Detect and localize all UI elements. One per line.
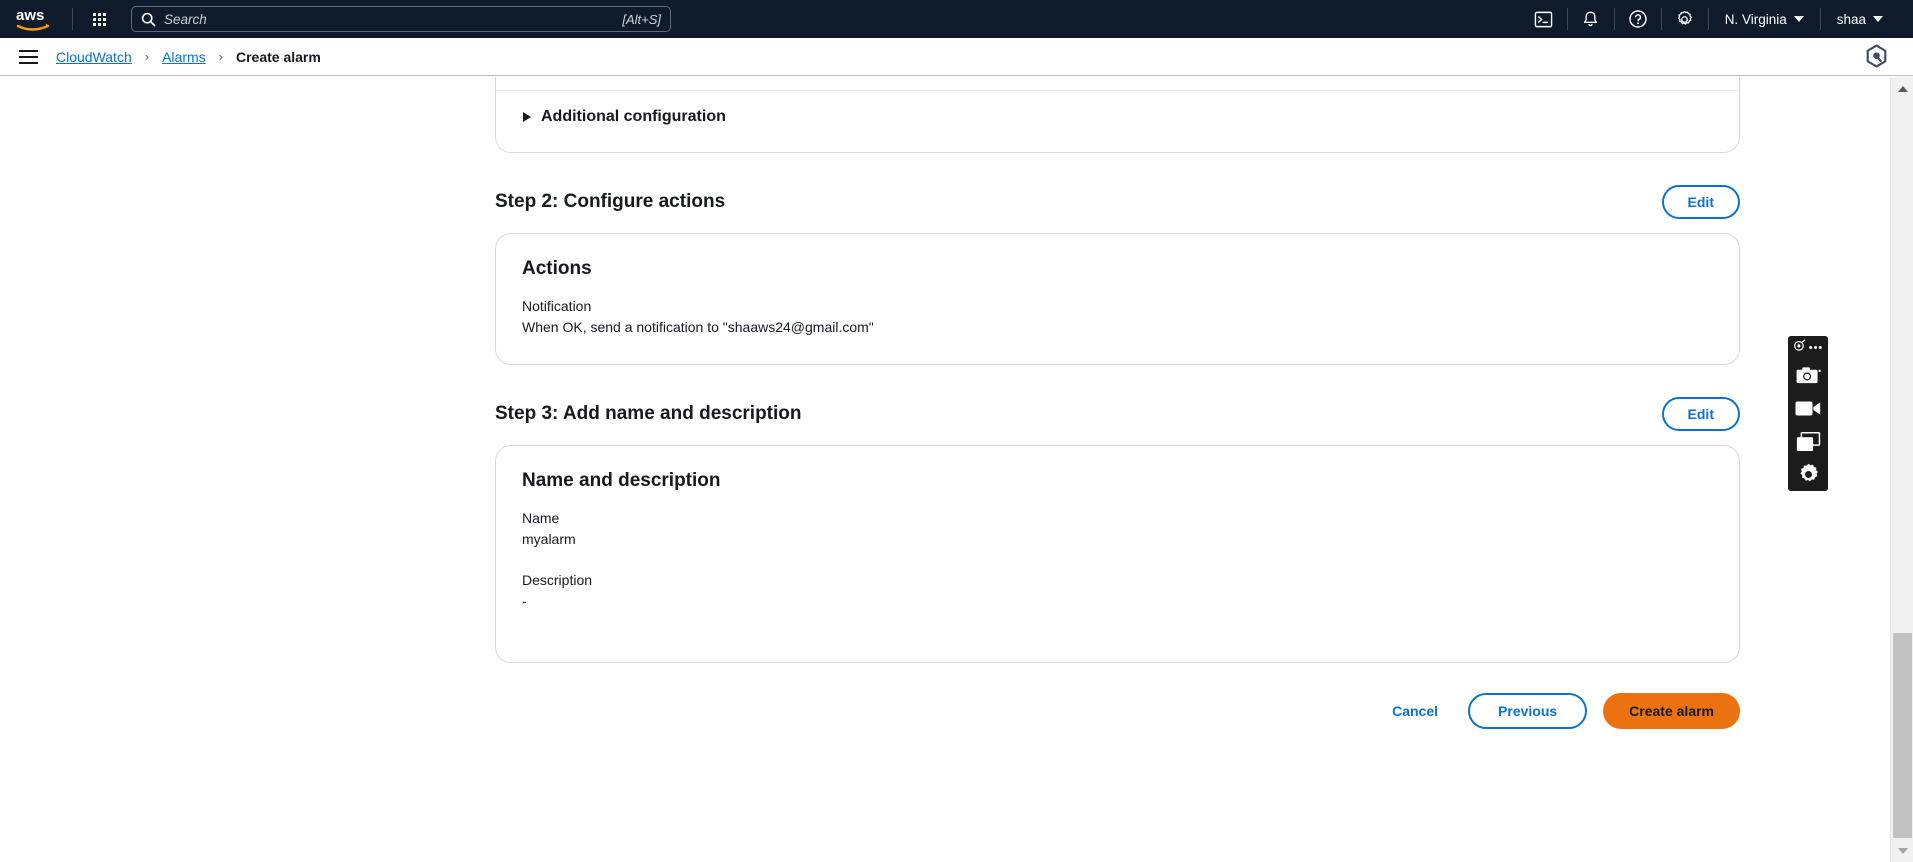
actions-card: Actions Notification When OK, send a not… <box>495 233 1740 365</box>
region-selector[interactable]: N. Virginia <box>1709 0 1820 38</box>
additional-configuration-label: Additional configuration <box>541 108 726 125</box>
recorder-logo-icon <box>1793 339 1806 357</box>
search-input[interactable] <box>164 11 615 27</box>
aws-top-navigation: aws [Alt+S] <box>0 0 1913 38</box>
step2-edit-button[interactable]: Edit <box>1661 185 1740 219</box>
name-description-card: Name and description Name myalarm Descri… <box>495 445 1740 663</box>
screenshot-camera-icon[interactable] <box>1788 359 1828 392</box>
svg-text:aws: aws <box>16 7 44 24</box>
hamburger-icon[interactable] <box>0 38 56 76</box>
window-capture-icon[interactable] <box>1788 425 1828 458</box>
caret-down-icon <box>1793 16 1804 22</box>
breadcrumb-item-create-alarm: Create alarm <box>236 48 321 65</box>
video-record-icon[interactable] <box>1788 392 1828 425</box>
step3-header-row: Step 3: Add name and description Edit <box>495 397 1740 431</box>
description-label: Description <box>522 572 593 588</box>
scroll-up-arrow-icon[interactable] <box>1891 77 1913 100</box>
wizard-content-column: Additional configuration Step 2: Configu… <box>495 77 1740 729</box>
help-circle-icon[interactable] <box>1615 0 1661 38</box>
topnav-right-cluster: N. Virginia shaa <box>1521 0 1913 38</box>
page-vertical-scrollbar[interactable] <box>1890 77 1913 862</box>
recorder-header: ••• <box>1793 339 1824 357</box>
cloudshell-icon[interactable] <box>1521 0 1567 38</box>
step2-header-row: Step 2: Configure actions Edit <box>495 185 1740 219</box>
applications-grid-icon[interactable] <box>73 0 125 38</box>
name-label: Name <box>522 510 560 526</box>
notification-label: Notification <box>522 298 592 314</box>
gear-icon[interactable] <box>1662 0 1708 38</box>
global-search-box[interactable]: [Alt+S] <box>131 6 671 32</box>
notification-value: When OK, send a notification to "shaaws2… <box>522 319 874 335</box>
additional-configuration-toggle[interactable]: Additional configuration <box>496 91 1739 152</box>
breadcrumb-separator: › <box>144 49 150 64</box>
region-label: N. Virginia <box>1724 11 1787 27</box>
search-icon <box>141 12 156 27</box>
recorder-overflow-menu-icon[interactable]: ••• <box>1809 343 1824 354</box>
scroll-down-arrow-icon[interactable] <box>1891 839 1913 862</box>
create-alarm-button[interactable]: Create alarm <box>1603 693 1740 729</box>
recorder-settings-gear-icon[interactable] <box>1788 458 1828 491</box>
caret-down-icon <box>1873 16 1883 22</box>
description-value: - <box>522 593 527 609</box>
amazon-q-hexagon-icon[interactable] <box>1861 42 1891 72</box>
aws-logo[interactable]: aws <box>0 0 72 38</box>
breadcrumb: CloudWatch › Alarms › Create alarm <box>56 49 321 65</box>
cancel-button[interactable]: Cancel <box>1378 695 1452 727</box>
triangle-right-icon <box>523 112 531 122</box>
scrollbar-thumb[interactable] <box>1893 633 1912 838</box>
name-description-card-title: Name and description <box>522 470 721 491</box>
account-menu[interactable]: shaa <box>1821 0 1899 38</box>
actions-card-title: Actions <box>522 258 592 279</box>
name-value: myalarm <box>522 531 576 547</box>
step3-edit-button[interactable]: Edit <box>1661 397 1740 431</box>
breadcrumb-separator: › <box>218 49 223 64</box>
step2-title: Step 2: Configure actions <box>495 191 726 212</box>
account-label: shaa <box>1836 11 1866 27</box>
breadcrumb-item-cloudwatch[interactable]: CloudWatch <box>56 49 132 65</box>
wizard-footer: Cancel Previous Create alarm <box>495 693 1740 729</box>
step1-card-remnant: Additional configuration <box>495 77 1740 153</box>
screen-recorder-toolbar: ••• <box>1788 336 1828 491</box>
step3-title: Step 3: Add name and description <box>495 403 802 424</box>
bell-icon[interactable] <box>1568 0 1614 38</box>
previous-button[interactable]: Previous <box>1468 693 1588 729</box>
breadcrumb-item-alarms[interactable]: Alarms <box>162 49 206 65</box>
breadcrumb-bar: CloudWatch › Alarms › Create alarm <box>0 38 1913 76</box>
search-shortcut-hint: [Alt+S] <box>622 11 661 27</box>
page-content: Additional configuration Step 2: Configu… <box>0 77 1890 862</box>
